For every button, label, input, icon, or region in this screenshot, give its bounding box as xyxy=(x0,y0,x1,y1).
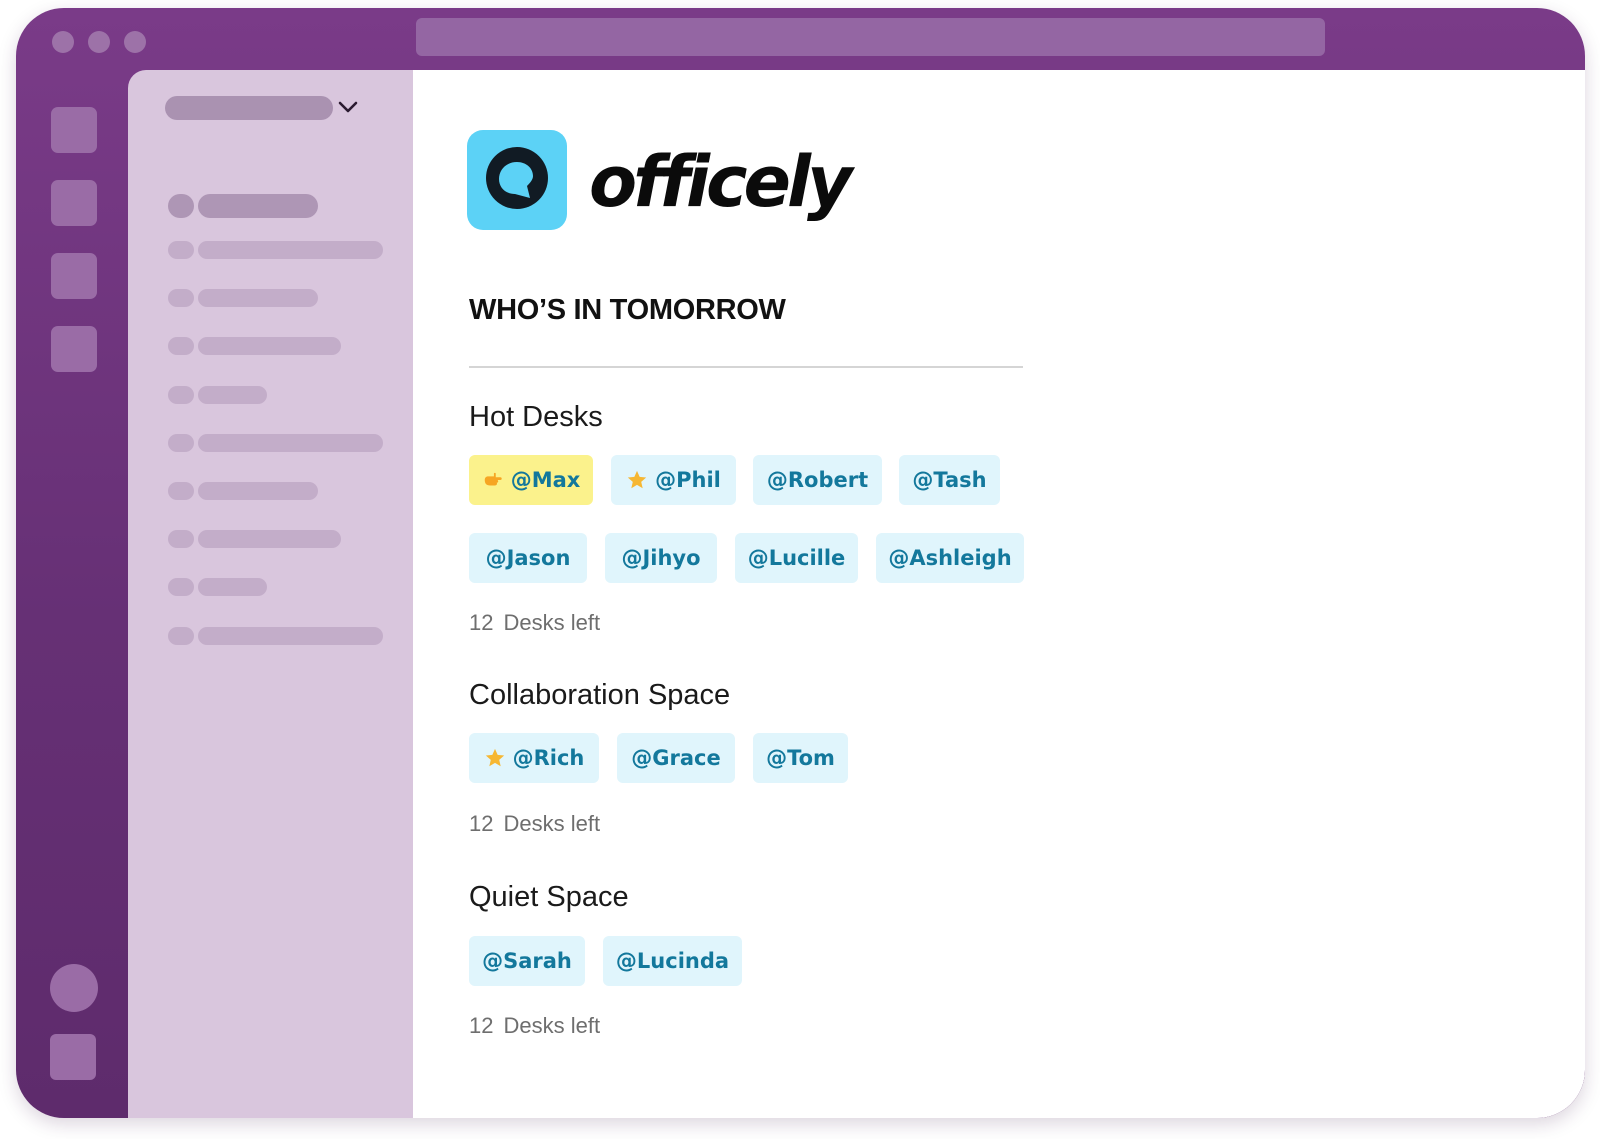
user-chip[interactable]: @Lucinda xyxy=(603,936,742,986)
user-chip[interactable]: @Jason xyxy=(469,533,587,583)
user-chip-handle: @Tash xyxy=(912,468,987,492)
window-control-dot[interactable] xyxy=(88,31,110,53)
app-window: officely WHO’S IN TOMORROW Hot Desks @Ma… xyxy=(16,8,1585,1118)
sidebar-item[interactable] xyxy=(198,482,318,500)
settings-icon[interactable] xyxy=(50,1034,96,1080)
user-chip[interactable]: @Rich xyxy=(469,733,599,783)
user-chip-handle: @Grace xyxy=(631,746,721,770)
user-chip-handle: @Jihyo xyxy=(621,546,701,570)
user-chip[interactable]: @Tash xyxy=(899,455,1000,505)
user-chip[interactable]: @Sarah xyxy=(469,936,585,986)
workspace-icon[interactable] xyxy=(51,326,97,372)
star-icon xyxy=(627,470,647,489)
sidebar xyxy=(128,70,413,1118)
workspace-name-placeholder[interactable] xyxy=(165,96,333,120)
star-icon xyxy=(485,748,504,767)
officely-logo-icon xyxy=(486,147,548,209)
group-heading-hot-desks: Hot Desks xyxy=(469,401,603,433)
user-chip-handle: @Max xyxy=(510,468,581,492)
sidebar-item[interactable] xyxy=(198,627,383,645)
user-chip-handle: @Tom xyxy=(766,746,835,770)
sidebar-item-dot xyxy=(168,434,194,452)
user-chip-handle: @Robert xyxy=(766,468,869,492)
user-chip[interactable]: @Lucille xyxy=(735,533,858,583)
user-chip-handle: @Lucille xyxy=(747,546,846,570)
user-chip[interactable]: @Ashleigh xyxy=(876,533,1024,583)
user-chip-handle: @Sarah xyxy=(482,949,572,973)
sidebar-item[interactable] xyxy=(198,241,383,259)
desks-left-label: Desks left xyxy=(503,1013,601,1038)
desks-left-label: Desks left xyxy=(503,610,601,635)
divider xyxy=(469,366,1023,368)
window-control-dot[interactable] xyxy=(124,31,146,53)
sidebar-item-dot xyxy=(168,482,194,500)
section-title: WHO’S IN TOMORROW xyxy=(469,294,786,326)
desks-left-number: 12 xyxy=(469,610,494,635)
group-heading-collaboration-space: Collaboration Space xyxy=(469,679,731,711)
workspace-icon[interactable] xyxy=(51,180,97,226)
desks-left-count: 12 Desks left xyxy=(469,1013,600,1039)
user-chip[interactable]: @Robert xyxy=(753,455,882,505)
user-chip[interactable]: @Max xyxy=(469,455,593,505)
desks-left-number: 12 xyxy=(469,1013,494,1038)
sidebar-item-dot xyxy=(168,194,194,218)
workspace-icon[interactable] xyxy=(51,253,97,299)
user-chip[interactable]: @Tom xyxy=(753,733,848,783)
sidebar-item-dot xyxy=(168,627,194,645)
sidebar-item[interactable] xyxy=(198,530,341,548)
user-chip[interactable]: @Grace xyxy=(617,733,735,783)
sidebar-item[interactable] xyxy=(198,434,383,452)
chevron-down-icon[interactable] xyxy=(335,94,361,120)
search-bar[interactable] xyxy=(416,18,1325,56)
sidebar-item-dot xyxy=(168,386,194,404)
group-heading-quiet-space: Quiet Space xyxy=(469,881,629,913)
officely-logo xyxy=(467,130,567,230)
window-control-dot[interactable] xyxy=(52,31,74,53)
sidebar-item-dot xyxy=(168,530,194,548)
user-chip-handle: @Ashleigh xyxy=(888,546,1012,570)
sidebar-item[interactable] xyxy=(198,386,267,404)
user-chip[interactable]: @Phil xyxy=(611,455,736,505)
sidebar-item-dot xyxy=(168,578,194,596)
sidebar-item[interactable] xyxy=(198,578,267,596)
brand-wordmark: officely xyxy=(589,141,853,223)
desks-left-count: 12 Desks left xyxy=(469,811,600,837)
sidebar-item[interactable] xyxy=(198,337,341,355)
sidebar-item-active[interactable] xyxy=(198,194,318,218)
user-chip-handle: @Phil xyxy=(655,468,721,492)
sidebar-item-dot xyxy=(168,289,194,307)
sidebar-item-dot xyxy=(168,337,194,355)
desks-left-number: 12 xyxy=(469,811,494,836)
sidebar-item[interactable] xyxy=(198,289,318,307)
pointing-hand-icon xyxy=(484,472,502,486)
user-chip-handle: @Lucinda xyxy=(615,949,730,973)
workspace-icon[interactable] xyxy=(51,107,97,153)
user-chip-handle: @Rich xyxy=(512,746,585,770)
user-chip-handle: @Jason xyxy=(485,546,571,570)
user-chip[interactable]: @Jihyo xyxy=(605,533,717,583)
sidebar-item-dot xyxy=(168,241,194,259)
user-avatar[interactable] xyxy=(50,964,98,1012)
message-panel: officely WHO’S IN TOMORROW Hot Desks @Ma… xyxy=(413,70,1585,1118)
desks-left-label: Desks left xyxy=(503,811,601,836)
desks-left-count: 12 Desks left xyxy=(469,610,600,636)
